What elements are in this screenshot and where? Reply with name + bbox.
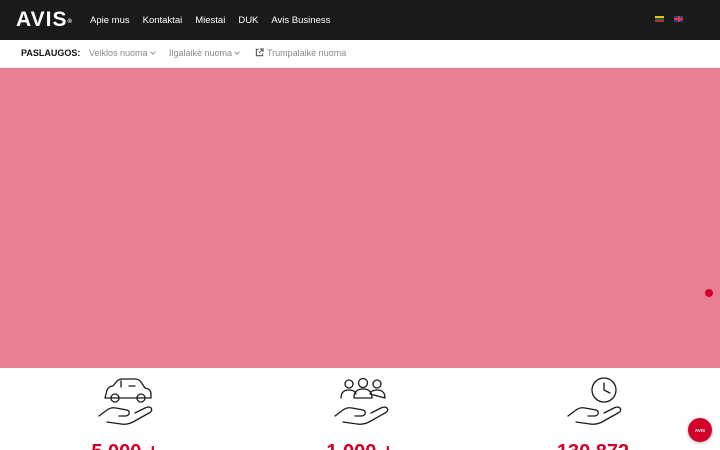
nav-item-duk[interactable]: DUK — [238, 15, 258, 26]
chat-button-label: AVIS — [694, 427, 706, 433]
chevron-down-icon — [149, 49, 156, 55]
external-link-icon — [255, 48, 264, 57]
subnav-item-label: Veiklos nuoma — [89, 48, 148, 58]
chat-button[interactable]: AVIS — [688, 418, 712, 442]
subnav-item-label: Trumpalaikė nuoma — [267, 48, 347, 58]
main-nav: Apie mus Kontaktai Miestai DUK Avis Busi… — [90, 0, 343, 40]
services-label: PASLAUGOS: — [21, 48, 81, 58]
subnav-item-label: Ilgalaikė nuoma — [169, 48, 233, 58]
hero-banner — [0, 68, 720, 368]
top-navigation-bar: AVIS® Apie mus Kontaktai Miestai DUK Avi… — [0, 0, 720, 40]
chevron-down-icon — [234, 49, 240, 55]
slider-dot[interactable] — [705, 289, 713, 297]
stat-value: 5 000 + — [65, 441, 185, 450]
subnav-item-trumpalaike-nuoma[interactable]: Trumpalaikė nuoma — [255, 48, 346, 58]
clock-in-hand-icon — [567, 377, 622, 425]
subnav-item-veiklos-nuoma[interactable]: Veiklos nuoma — [89, 48, 156, 58]
nav-item-apie-mus[interactable]: Apie mus — [90, 15, 130, 26]
stats-section: 5 000 + 1 000 + 130 872 — [0, 368, 720, 450]
uk-flag-icon[interactable] — [674, 16, 683, 22]
logo-text: AVIS — [16, 8, 68, 31]
people-in-hand-icon — [334, 377, 389, 425]
subnav-item-ilgalaike-nuoma[interactable]: Ilgalaikė nuoma — [169, 48, 240, 58]
nav-item-kontaktai[interactable]: Kontaktai — [143, 15, 183, 26]
avis-logo[interactable]: AVIS® — [16, 8, 72, 32]
stat-value: 1 000 + — [300, 441, 420, 450]
lithuania-flag-icon[interactable] — [655, 16, 664, 22]
nav-item-miestai[interactable]: Miestai — [195, 15, 225, 26]
services-subnav: PASLAUGOS: Veiklos nuoma Ilgalaikė nuoma… — [0, 40, 720, 68]
nav-item-avis-business[interactable]: Avis Business — [271, 15, 330, 26]
car-in-hand-icon — [98, 378, 153, 425]
registered-mark: ® — [67, 19, 72, 25]
stat-value: 130 872 — [533, 441, 653, 450]
